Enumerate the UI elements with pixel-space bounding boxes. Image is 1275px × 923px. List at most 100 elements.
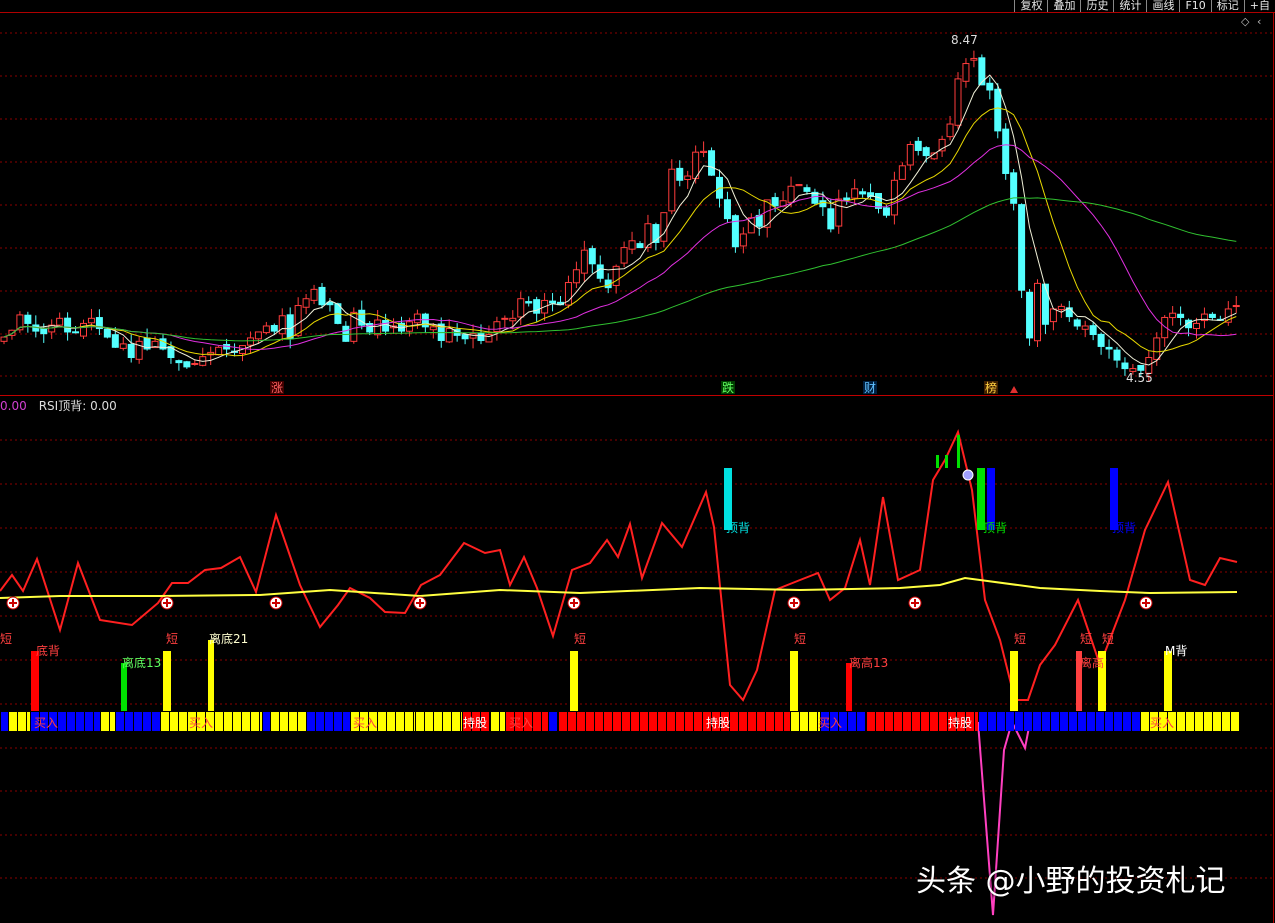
state-cell bbox=[76, 712, 84, 731]
candle-body bbox=[668, 168, 676, 212]
state-cell bbox=[658, 712, 666, 731]
signal-bar bbox=[945, 455, 948, 468]
rsi-avg-line bbox=[0, 576, 1238, 599]
state-cell bbox=[784, 712, 790, 731]
candle-body bbox=[310, 288, 318, 301]
state-cell bbox=[885, 712, 893, 731]
candle-body bbox=[906, 144, 914, 166]
state-cell bbox=[405, 712, 413, 731]
high-price-label: 8.47 bbox=[951, 33, 978, 47]
state-cell bbox=[67, 712, 75, 731]
signal-label: 短 bbox=[794, 632, 806, 646]
candle-body bbox=[1121, 362, 1129, 370]
candle-body bbox=[254, 331, 262, 340]
candle-body bbox=[56, 317, 64, 326]
signal-label: 买入 bbox=[509, 716, 533, 730]
candle-body bbox=[421, 313, 429, 328]
state-cell bbox=[791, 712, 799, 731]
candle-body bbox=[819, 200, 827, 208]
candle-body bbox=[1026, 291, 1034, 339]
state-cell bbox=[1186, 712, 1194, 731]
candle-body bbox=[215, 346, 223, 356]
state-cell bbox=[921, 712, 929, 731]
state-cell bbox=[387, 712, 395, 731]
candle-body bbox=[700, 150, 708, 153]
candle-body bbox=[882, 207, 890, 216]
candle-body bbox=[1073, 319, 1081, 327]
state-cell bbox=[631, 712, 639, 731]
state-cell bbox=[94, 712, 100, 731]
kline-chart[interactable]: 8.474.55涨跌财榜顶背 顶背 顶背底背 M背短短短短短短短离底13离底21离高1… bbox=[0, 0, 1275, 923]
state-cell bbox=[533, 712, 541, 731]
state-cell bbox=[58, 712, 66, 731]
state-cell bbox=[930, 712, 938, 731]
signal-label: 短 bbox=[574, 632, 586, 646]
state-cell bbox=[1, 712, 8, 731]
state-cell bbox=[549, 712, 557, 731]
signal-label: 持股 bbox=[463, 715, 487, 730]
state-cell bbox=[1033, 712, 1041, 731]
state-cell bbox=[1204, 712, 1212, 731]
state-cell bbox=[1087, 712, 1095, 731]
candle-body bbox=[954, 78, 962, 126]
candle-body bbox=[318, 286, 326, 306]
signal-label: 离底13 bbox=[122, 655, 161, 670]
state-cell bbox=[289, 712, 297, 731]
state-cell bbox=[1015, 712, 1023, 731]
candle-body bbox=[509, 317, 517, 322]
state-cell bbox=[1051, 712, 1059, 731]
state-cell bbox=[461, 712, 462, 731]
state-cell bbox=[559, 712, 567, 731]
candle-body bbox=[1081, 325, 1089, 330]
state-cell bbox=[271, 712, 279, 731]
candle-body bbox=[1057, 305, 1065, 311]
candle-body bbox=[628, 240, 636, 250]
state-cell bbox=[1078, 712, 1086, 731]
candle-body bbox=[278, 315, 286, 335]
signal-label: 买入 bbox=[818, 716, 842, 730]
candle-body bbox=[739, 233, 747, 247]
candle-body bbox=[302, 298, 310, 308]
candle-body bbox=[596, 264, 604, 279]
state-cell bbox=[809, 712, 817, 731]
signal-label: 短 bbox=[0, 632, 12, 646]
candle-body bbox=[1089, 325, 1097, 336]
state-cell bbox=[604, 712, 612, 731]
state-cell bbox=[577, 712, 585, 731]
candle-body bbox=[103, 328, 111, 338]
state-cell bbox=[161, 712, 169, 731]
candle-body bbox=[572, 269, 580, 284]
signal-bar bbox=[208, 640, 214, 711]
candle-body bbox=[1169, 312, 1177, 319]
state-cell bbox=[414, 712, 415, 731]
low-price-label: 4.55 bbox=[1126, 371, 1153, 385]
state-cell bbox=[1177, 712, 1185, 731]
state-cell bbox=[542, 712, 548, 731]
candle-body bbox=[835, 198, 843, 227]
candle-body bbox=[580, 249, 588, 274]
candle-body bbox=[135, 340, 143, 360]
state-cell bbox=[1042, 712, 1050, 731]
signal-label: 离高13 bbox=[849, 655, 888, 670]
candle-body bbox=[636, 243, 644, 249]
state-cell bbox=[263, 712, 270, 731]
state-cell bbox=[800, 712, 808, 731]
state-cell bbox=[568, 712, 576, 731]
state-cell bbox=[242, 712, 250, 731]
candle-body bbox=[1232, 305, 1240, 308]
candle-body bbox=[795, 184, 803, 187]
candle-body bbox=[962, 63, 970, 82]
signal-label: 顶背 bbox=[983, 521, 1007, 535]
candle-body bbox=[994, 88, 1002, 132]
up-arrow-marker bbox=[1010, 386, 1018, 393]
candle-body bbox=[382, 319, 390, 332]
state-cell bbox=[867, 712, 875, 731]
candle-body bbox=[946, 123, 954, 138]
signal-bar bbox=[846, 663, 852, 711]
state-cell bbox=[425, 712, 433, 731]
signal-bar bbox=[121, 663, 127, 711]
state-cell bbox=[649, 712, 657, 731]
candle-body bbox=[1177, 313, 1185, 318]
candle-body bbox=[676, 167, 684, 181]
signal-label: 短 bbox=[1102, 632, 1114, 646]
